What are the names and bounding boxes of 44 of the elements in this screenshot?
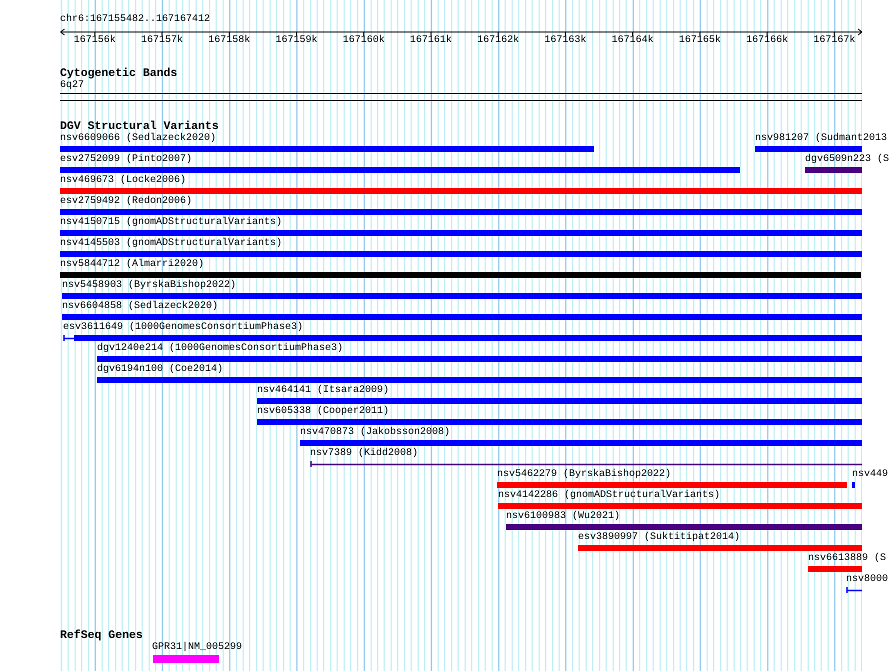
feature-label: nsv5844712 (Almarri2020): [60, 259, 204, 271]
tick-label: 167162k: [477, 36, 520, 46]
track-title: RefSeq Genes: [60, 630, 143, 642]
feature-label: nsv464141 (Itsara2009): [257, 385, 390, 397]
feature-label: esv3890997 (Suktitipat2014): [578, 532, 740, 544]
track-title: DGV Structural Variants: [60, 121, 219, 133]
feature-label: nsv8000: [846, 574, 888, 586]
feature-label: nsv6100983 (Wu2021): [506, 511, 620, 523]
feature-label: nsv605338 (Cooper2011): [257, 406, 390, 418]
feature-label: dgv1240e214 (1000GenomesConsortiumPhase3): [97, 343, 344, 355]
feature-label: nsv6604858 (Sedlazeck2020): [62, 301, 218, 313]
feature-label: nsv449: [852, 469, 888, 481]
gene-bar: [153, 655, 219, 663]
tick-label: 167161k: [410, 36, 452, 46]
tick-label: 167158k: [208, 36, 250, 46]
tick-label: 167164k: [612, 36, 654, 46]
feature-label: nsv6609066 (Sedlazeck2020): [60, 133, 216, 145]
gene-label: GPR31|NM_005299: [152, 642, 242, 654]
tick-label: 167157k: [141, 36, 184, 46]
feature-label: nsv4150715 (gnomADStructuralVariants): [60, 217, 282, 229]
tick-label: 167159k: [275, 36, 318, 46]
feature-label: nsv981207 (Sudmant2013: [755, 133, 888, 145]
tick-label: 167165k: [678, 36, 721, 46]
track-title: Cytogenetic Bands: [60, 68, 178, 80]
feature-label: nsv469673 (Locke2006): [60, 175, 186, 187]
feature-label: esv2752099 (Pinto2007): [60, 154, 192, 166]
tick-label: 167166k: [746, 36, 788, 46]
tick-label: 167163k: [544, 36, 586, 46]
feature-label: nsv6613889 (S: [808, 553, 886, 565]
feature-label: nsv4142286 (gnomADStructuralVariants): [498, 490, 720, 502]
band-label: 6q27: [60, 80, 84, 91]
feature-label: nsv5462279 (ByrskaBishop2022): [497, 469, 672, 481]
feature-label: nsv4145503 (gnomADStructuralVariants): [60, 238, 282, 250]
feature-label: esv3611649 (1000GenomesConsortiumPhase3): [63, 322, 304, 334]
feature-label: esv2759492 (Redon2006): [60, 196, 192, 208]
feature-label: dgv6509n223 (S: [805, 154, 890, 166]
tick-label: 167167k: [813, 36, 856, 46]
tick-label: 167160k: [342, 36, 385, 46]
feature-label: dgv6194n100 (Coe2014): [97, 364, 224, 376]
feature-label: nsv470873 (Jakobsson2008): [300, 427, 450, 439]
feature-label: nsv5458903 (ByrskaBishop2022): [62, 280, 236, 292]
feature-label: nsv7389 (Kidd2008): [310, 448, 418, 460]
tick-label: 167156k: [74, 36, 116, 46]
locus-label: chr6:167155482..167167412: [60, 14, 210, 26]
